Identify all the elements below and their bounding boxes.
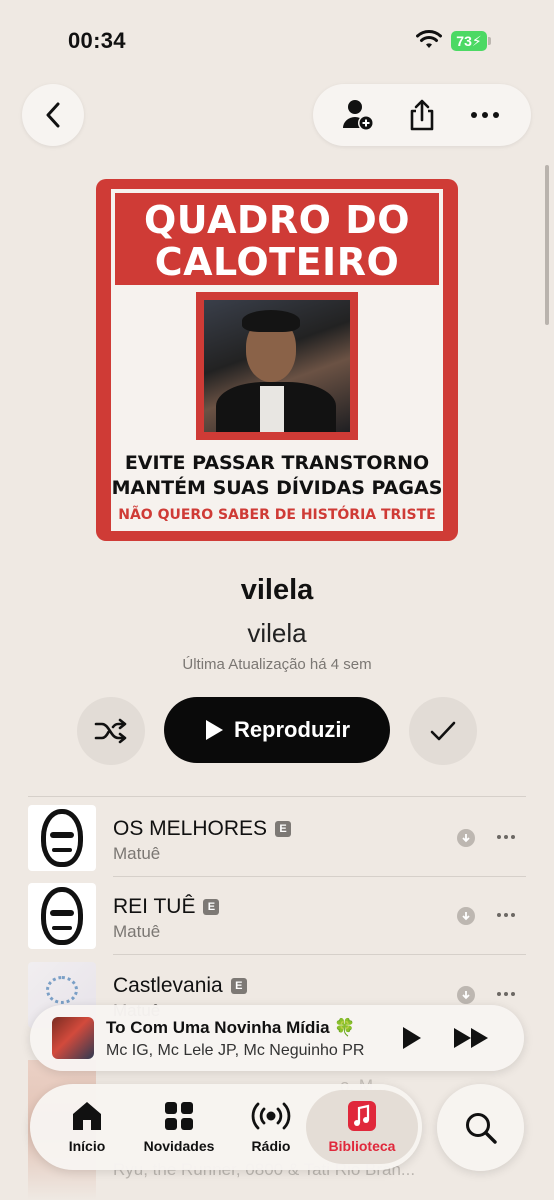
track-artwork xyxy=(28,805,96,871)
explicit-badge: E xyxy=(230,978,247,994)
more-icon xyxy=(471,112,500,118)
photo-shirt xyxy=(260,386,284,432)
track-title: Castlevania E xyxy=(113,974,247,998)
face-illustration xyxy=(41,887,83,945)
tab-label: Início xyxy=(68,1138,106,1154)
play-icon[interactable] xyxy=(398,1025,424,1051)
arrow-down-icon xyxy=(462,834,470,843)
now-playing-artwork xyxy=(52,1017,94,1059)
download-icon[interactable] xyxy=(457,829,475,847)
list-divider xyxy=(28,796,526,797)
explicit-badge: E xyxy=(275,821,292,837)
now-playing-artist: Mc IG, Mc Lele JP, Mc Neguinho PR xyxy=(106,1042,365,1059)
castlevania-art xyxy=(46,976,78,1004)
download-icon[interactable] xyxy=(457,907,475,925)
add-person-icon xyxy=(342,100,374,131)
shuffle-button[interactable] xyxy=(77,697,145,765)
tab-bar: Início Novidades Rádio Biblioteca xyxy=(30,1084,422,1170)
track-title-text: Castlevania xyxy=(113,974,223,997)
grid-icon xyxy=(165,1102,193,1130)
artwork-line-3: NÃO QUERO SABER DE HISTÓRIA TRISTE xyxy=(118,507,436,523)
artwork-photo-frame xyxy=(196,292,358,440)
music-note-icon xyxy=(348,1101,376,1131)
playlist-artwork: QUADRO DO CALOTEIRO EVITE PASSAR TRANSTO… xyxy=(96,179,458,541)
top-actions xyxy=(313,84,531,146)
back-button[interactable] xyxy=(22,84,84,146)
play-button[interactable]: Reproduzir xyxy=(164,697,390,763)
track-title: OS MELHORES E xyxy=(113,817,292,841)
download-icon[interactable] xyxy=(457,986,475,1004)
now-playing-title: To Com Uma Novinha Mídia 🍀 xyxy=(106,1018,356,1037)
playlist-updated: Última Atualização há 4 sem xyxy=(182,656,372,673)
tab-label: Novidades xyxy=(143,1138,215,1154)
artwork-caption: EVITE PASSAR TRANSTORNO MANTÉM SUAS DÍVI… xyxy=(111,451,443,501)
tab-biblioteca[interactable]: Biblioteca xyxy=(306,1090,418,1164)
tab-inicio[interactable]: Início xyxy=(42,1084,132,1170)
tab-novidades[interactable]: Novidades xyxy=(134,1084,224,1170)
wifi-icon xyxy=(416,30,442,48)
track-artist: Matuê xyxy=(113,844,161,863)
battery-tip xyxy=(488,37,491,45)
track-more-button[interactable] xyxy=(493,905,519,925)
shuffle-icon xyxy=(94,718,127,744)
search-icon xyxy=(465,1112,497,1144)
track-title-text: OS MELHORES xyxy=(113,817,268,840)
track-title: REI TUÊ E xyxy=(113,895,220,919)
status-time: 00:34 xyxy=(68,28,126,53)
scrollbar[interactable] xyxy=(545,165,549,325)
track-more-button[interactable] xyxy=(493,827,519,847)
home-icon xyxy=(73,1102,101,1130)
add-collaborator-button[interactable] xyxy=(341,97,377,133)
play-label: Reproduzir xyxy=(233,717,351,742)
play-icon xyxy=(205,720,223,740)
track-more-button[interactable] xyxy=(493,984,519,1004)
track-artist: Matuê xyxy=(113,922,161,941)
explicit-badge: E xyxy=(203,899,220,915)
added-to-library-button[interactable] xyxy=(409,697,477,765)
row-divider xyxy=(113,954,526,955)
artwork-line-2: MANTÉM SUAS DÍVIDAS PAGAS xyxy=(111,477,443,499)
radio-icon xyxy=(251,1102,291,1130)
fast-forward-icon[interactable] xyxy=(452,1025,492,1051)
track-row[interactable]: OS MELHORES E Matuê xyxy=(28,799,526,877)
share-button[interactable] xyxy=(404,97,440,133)
track-row[interactable]: REI TUÊ E Matuê xyxy=(28,877,526,955)
face-illustration xyxy=(41,809,83,867)
artwork-title: QUADRO DO CALOTEIRO xyxy=(111,189,443,285)
track-title-text: REI TUÊ xyxy=(113,895,196,918)
arrow-down-icon xyxy=(462,912,470,921)
chevron-left-icon xyxy=(46,102,60,128)
battery-indicator: 73 ⚡ xyxy=(451,31,487,51)
battery-level: 73 xyxy=(456,33,472,49)
tab-radio[interactable]: Rádio xyxy=(226,1084,316,1170)
photo-hair xyxy=(242,310,300,332)
mini-player[interactable]: To Com Uma Novinha Mídia 🍀 Mc IG, Mc Lel… xyxy=(30,1005,524,1071)
playlist-title: vilela xyxy=(240,574,314,606)
playlist-owner[interactable]: vilela xyxy=(0,618,554,649)
share-icon xyxy=(410,99,434,131)
search-button[interactable] xyxy=(437,1084,524,1171)
tab-label: Biblioteca xyxy=(328,1138,396,1154)
checkmark-icon xyxy=(430,721,456,741)
tab-label: Rádio xyxy=(251,1138,291,1154)
artwork-photo xyxy=(204,300,350,432)
artwork-line-1: EVITE PASSAR TRANSTORNO xyxy=(124,452,430,474)
more-button[interactable] xyxy=(467,97,503,133)
track-artwork xyxy=(28,883,96,949)
arrow-down-icon xyxy=(462,991,470,1000)
